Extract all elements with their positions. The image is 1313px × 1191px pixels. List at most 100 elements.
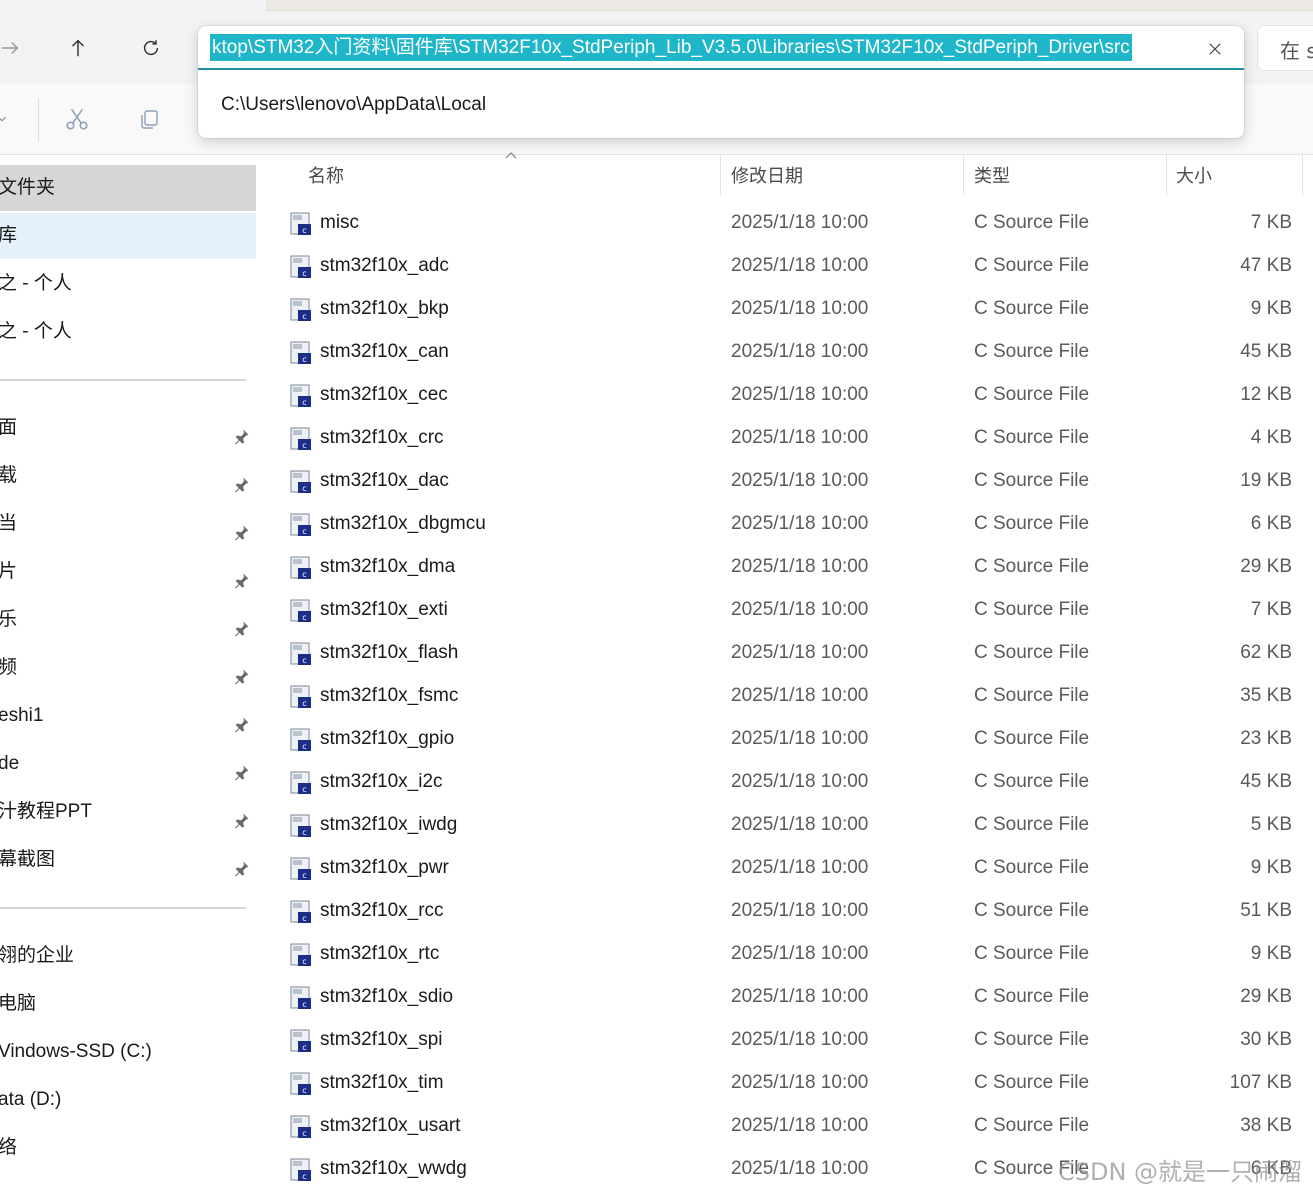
file-row[interactable]: c stm32f10x_rtc 2025/1/18 10:00 C Source Fi… [262,932,1313,975]
up-button[interactable] [60,30,96,66]
file-row[interactable]: c stm32f10x_spi 2025/1/18 10:00 C Source Fi… [262,1018,1313,1061]
file-row[interactable]: c stm32f10x_bkp 2025/1/18 10:00 C Source Fi… [262,287,1313,330]
column-header-type[interactable]: 类型 [974,155,1010,197]
file-row[interactable]: c stm32f10x_i2c 2025/1/18 10:00 C Source Fi… [262,760,1313,803]
sidebar-item-label: eshi1 [0,705,44,726]
file-date: 2025/1/18 10:00 [731,599,869,620]
column-header-size[interactable]: 大小 [1176,155,1212,197]
file-row[interactable]: c stm32f10x_cec 2025/1/18 10:00 C Source Fi… [262,373,1313,416]
file-size: 23 KB [1240,728,1292,749]
sidebar-item-label: 片 [0,561,18,582]
file-date: 2025/1/18 10:00 [731,341,869,362]
address-suggestion[interactable]: C:\Users\lenovo\AppData\Local [221,94,486,116]
pin-icon[interactable] [232,850,252,877]
file-size: 12 KB [1240,384,1292,405]
file-row[interactable]: c stm32f10x_pwr 2025/1/18 10:00 C Source Fi… [262,846,1313,889]
sidebar-item-label: 乐 [0,609,18,630]
sidebar-item[interactable]: 乐 [0,597,256,643]
file-row[interactable]: c stm32f10x_usart 2025/1/18 10:00 C Source … [262,1104,1313,1147]
file-row[interactable]: c stm32f10x_dac 2025/1/18 10:00 C Source Fi… [262,459,1313,502]
c-source-file-icon: c [290,728,312,752]
sidebar-item[interactable]: 文件夹 [0,165,256,211]
file-row[interactable]: c misc 2025/1/18 10:00 C Source File 7 KB [262,201,1313,244]
svg-text:c: c [302,656,306,665]
sidebar-item[interactable]: 电脑 [0,981,256,1027]
c-source-file-icon: c [290,513,312,537]
svg-text:c: c [302,1043,306,1052]
sidebar-item[interactable]: de [0,741,256,787]
sidebar-item[interactable]: ata (D:) [0,1077,256,1123]
c-source-file-icon: c [290,341,312,365]
file-row[interactable]: c stm32f10x_fsmc 2025/1/18 10:00 C Source F… [262,674,1313,717]
column-header-date[interactable]: 修改日期 [731,155,803,197]
forward-button[interactable] [0,30,28,66]
c-source-file-icon: c [290,1029,312,1053]
pin-icon[interactable] [232,706,252,733]
sidebar-item[interactable]: 络 [0,1125,256,1171]
file-row[interactable]: c stm32f10x_adc 2025/1/18 10:00 C Source Fi… [262,244,1313,287]
file-row[interactable]: c stm32f10x_can 2025/1/18 10:00 C Source Fi… [262,330,1313,373]
refresh-button[interactable] [133,30,169,66]
sidebar-item[interactable]: 幕截图 [0,837,256,883]
pin-icon[interactable] [232,802,252,829]
pin-icon[interactable] [232,562,252,589]
file-date: 2025/1/18 10:00 [731,685,869,706]
file-row[interactable]: c stm32f10x_crc 2025/1/18 10:00 C Source Fi… [262,416,1313,459]
sidebar-item-label: 面 [0,417,18,438]
c-source-file-icon: c [290,986,312,1010]
sidebar-item[interactable]: eshi1 [0,693,256,739]
file-name: stm32f10x_cec [320,384,448,405]
file-size: 9 KB [1250,943,1292,964]
cut-button[interactable] [62,104,92,134]
address-input[interactable]: ktop\STM32入门资料\固件库\STM32F10x_StdPeriph_L… [198,26,1244,70]
c-source-file-icon: c [290,255,312,279]
file-row[interactable]: c stm32f10x_dma 2025/1/18 10:00 C Source Fi… [262,545,1313,588]
file-row[interactable]: c stm32f10x_flash 2025/1/18 10:00 C Source … [262,631,1313,674]
column-header-name[interactable]: 名称 [308,155,344,197]
pin-icon[interactable] [232,466,252,493]
pin-icon[interactable] [232,610,252,637]
search-box[interactable]: 在 s [1258,26,1313,70]
column-divider[interactable] [1166,155,1167,195]
file-date: 2025/1/18 10:00 [731,642,869,663]
copy-button[interactable] [134,104,164,134]
file-row[interactable]: c stm32f10x_iwdg 2025/1/18 10:00 C Source F… [262,803,1313,846]
file-date: 2025/1/18 10:00 [731,1115,869,1136]
column-divider[interactable] [1302,155,1303,195]
sidebar-item[interactable]: 之 - 个人 [0,309,256,355]
sidebar-item[interactable]: 库 [0,213,256,259]
pin-icon[interactable] [232,754,252,781]
file-type: C Source File [974,513,1090,534]
file-row[interactable]: c stm32f10x_tim 2025/1/18 10:00 C Source Fi… [262,1061,1313,1104]
file-date: 2025/1/18 10:00 [731,728,869,749]
pin-icon[interactable] [232,418,252,445]
file-row[interactable]: c stm32f10x_gpio 2025/1/18 10:00 C Source F… [262,717,1313,760]
file-row[interactable]: c stm32f10x_exti 2025/1/18 10:00 C Source F… [262,588,1313,631]
column-divider[interactable] [963,155,964,195]
file-type: C Source File [974,857,1090,878]
pin-icon[interactable] [232,514,252,541]
sidebar-item[interactable]: 载 [0,453,256,499]
chevron-down-icon[interactable] [0,104,14,134]
clear-address-button[interactable] [1202,36,1228,62]
file-type: C Source File [974,1072,1090,1093]
sidebar-item[interactable]: 汁教程PPT [0,789,256,835]
file-row[interactable]: c stm32f10x_dbgmcu 2025/1/18 10:00 C Source… [262,502,1313,545]
column-divider[interactable] [720,155,721,195]
sidebar-item[interactable]: 片 [0,549,256,595]
pin-icon[interactable] [232,658,252,685]
arrow-right-icon [1,41,19,55]
file-row[interactable]: c stm32f10x_rcc 2025/1/18 10:00 C Source Fi… [262,889,1313,932]
file-row[interactable]: c stm32f10x_sdio 2025/1/18 10:00 C Source F… [262,975,1313,1018]
sidebar-item[interactable]: 之 - 个人 [0,261,256,307]
c-source-file-icon: c [290,599,312,623]
sidebar-item[interactable]: 翎的企业 [0,933,256,979]
c-source-file-icon: c [290,900,312,924]
c-source-file-icon: c [290,556,312,580]
svg-text:c: c [302,1129,306,1138]
sidebar-item[interactable]: 当 [0,501,256,547]
sidebar-item[interactable]: 频 [0,645,256,691]
sidebar-item[interactable]: Vindows-SSD (C:) [0,1029,256,1075]
sidebar-item-label: 络 [0,1137,18,1158]
sidebar-item[interactable]: 面 [0,405,256,451]
